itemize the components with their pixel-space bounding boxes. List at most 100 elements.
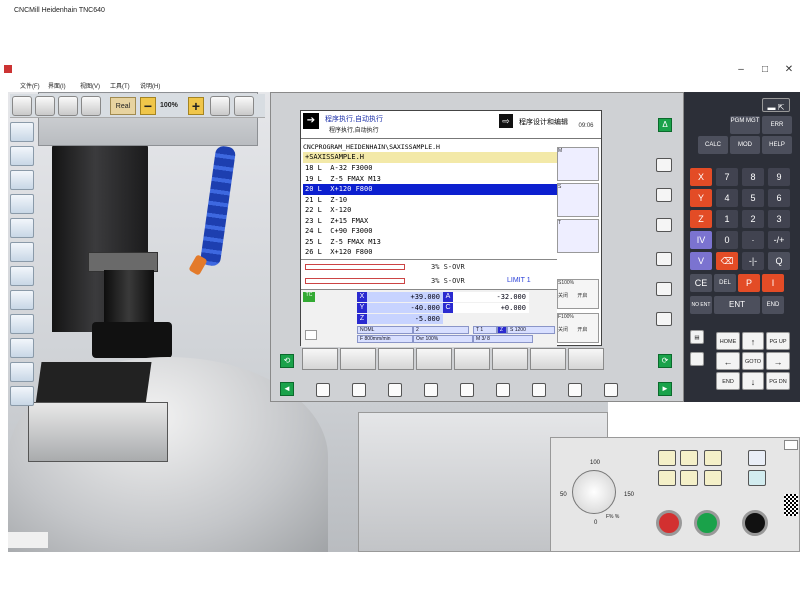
sidebar-person-icon[interactable] xyxy=(10,338,34,358)
key--key[interactable]: -/+ xyxy=(768,231,790,249)
arrow-up-key[interactable]: ↑ xyxy=(742,332,764,350)
vsoftkey-3[interactable] xyxy=(656,218,672,232)
pg-dn-key[interactable]: PG DN xyxy=(766,372,790,390)
key-3-key[interactable]: 3 xyxy=(768,210,790,228)
key-1-key[interactable]: 1 xyxy=(716,210,738,228)
sidebar-section-icon[interactable] xyxy=(10,194,34,214)
spindle-button[interactable] xyxy=(748,450,766,466)
arrow-down-key[interactable]: ↓ xyxy=(742,372,764,390)
end-nav-key[interactable]: END xyxy=(716,372,740,390)
single-block-button[interactable] xyxy=(658,470,676,486)
nc-start-button[interactable] xyxy=(694,510,720,536)
key--key[interactable]: -|- xyxy=(742,252,764,270)
hw-softkey-8[interactable] xyxy=(568,383,582,397)
nc-line[interactable]: 23 L Z+15 FMAX xyxy=(303,216,599,227)
sidebar-cube-icon[interactable] xyxy=(10,122,34,142)
nc-line[interactable]: 26 L X+120 F800 xyxy=(303,247,599,258)
close-button[interactable]: ✕ xyxy=(782,64,796,76)
program-file-row[interactable]: +SAXISSAMPLE.H xyxy=(303,152,599,163)
minimize-button[interactable]: – xyxy=(734,64,748,76)
softkey-t[interactable]: T xyxy=(557,219,599,253)
hw-softkey-3[interactable] xyxy=(388,383,402,397)
menu-file[interactable]: 文件(F) xyxy=(20,81,40,90)
maximize-button[interactable]: □ xyxy=(758,64,772,76)
nc-line[interactable]: 25 L Z-5 FMAX M13 xyxy=(303,237,599,248)
err-key[interactable]: ERR xyxy=(762,116,792,134)
pg-up-key[interactable]: PG UP xyxy=(766,332,790,350)
softkey-slot-2[interactable] xyxy=(340,348,376,370)
sidebar-tool-icon[interactable] xyxy=(10,218,34,238)
softkey-next-button[interactable]: ► xyxy=(658,382,672,396)
key-0-key[interactable]: 0 xyxy=(716,231,738,249)
hand-mode-button[interactable] xyxy=(658,450,676,466)
zoom-in-button[interactable]: + xyxy=(188,97,204,115)
key-5-key[interactable]: 5 xyxy=(742,189,764,207)
hw-softkey-5[interactable] xyxy=(460,383,474,397)
vsoftkey-2[interactable] xyxy=(656,188,672,202)
softkey-prev-button[interactable]: ◄ xyxy=(280,382,294,396)
ent-key[interactable]: ENT xyxy=(714,296,760,314)
help-key[interactable]: HELP xyxy=(762,136,792,154)
softkey-slot-8[interactable] xyxy=(568,348,604,370)
key-switch[interactable] xyxy=(742,510,768,536)
screen-layout-right-button[interactable]: ⟳ xyxy=(658,354,672,368)
zoom-out-button[interactable]: − xyxy=(140,97,156,115)
hw-softkey-7[interactable] xyxy=(532,383,546,397)
nc-line[interactable]: 21 L Z-10 xyxy=(303,195,599,206)
del-key[interactable]: DEL xyxy=(714,274,736,292)
vsoftkey-5[interactable] xyxy=(656,282,672,296)
sidebar-fixture-icon[interactable] xyxy=(10,242,34,262)
nc-line[interactable]: 18 L A-32 F3000 xyxy=(303,163,599,174)
key--key[interactable]: ⌫ xyxy=(716,252,738,270)
softkey-s[interactable]: S xyxy=(557,183,599,217)
softkey-feed-override[interactable]: F100% 关闭 开启 xyxy=(557,313,599,343)
ce-key[interactable]: CE xyxy=(690,274,712,292)
vsoftkey-6[interactable] xyxy=(656,312,672,326)
feed-override-dial[interactable] xyxy=(572,470,616,514)
softkey-slot-1[interactable] xyxy=(302,348,338,370)
key--key[interactable]: · xyxy=(742,231,764,249)
sidebar-graph-icon[interactable] xyxy=(10,386,34,406)
blank-key[interactable] xyxy=(690,352,704,366)
measure-icon[interactable] xyxy=(234,96,254,116)
goto-key[interactable]: GOTO xyxy=(742,352,764,370)
softkey-slot-6[interactable] xyxy=(492,348,528,370)
end-key[interactable]: END xyxy=(762,296,784,314)
sidebar-door-icon[interactable] xyxy=(10,362,34,382)
key-Y-key[interactable]: Y xyxy=(690,189,712,207)
hw-softkey-6[interactable] xyxy=(496,383,510,397)
incremental-mode-button[interactable] xyxy=(680,450,698,466)
page-icon[interactable]: ▤ xyxy=(690,330,704,344)
home-key[interactable]: HOME xyxy=(716,332,740,350)
key-8-key[interactable]: 8 xyxy=(742,168,764,186)
sidebar-workpiece-icon[interactable] xyxy=(10,266,34,286)
screen-layout-left-button[interactable]: ⟲ xyxy=(280,354,294,368)
vsoftkey-1[interactable] xyxy=(656,158,672,172)
hw-softkey-1[interactable] xyxy=(316,383,330,397)
mod-key[interactable]: MOD xyxy=(730,136,760,154)
reference-button[interactable] xyxy=(704,450,722,466)
sidebar-solid-icon[interactable] xyxy=(10,170,34,190)
hw-softkey-2[interactable] xyxy=(352,383,366,397)
program-run-button[interactable] xyxy=(680,470,698,486)
key-IV-key[interactable]: IV xyxy=(690,231,712,249)
hw-softkey-4[interactable] xyxy=(424,383,438,397)
view-iso-icon[interactable] xyxy=(81,96,101,116)
sidebar-program-icon[interactable] xyxy=(10,290,34,310)
key-7-key[interactable]: 7 xyxy=(716,168,738,186)
nc-line[interactable]: 24 L C+90 F3000 xyxy=(303,226,599,237)
real-toggle-button[interactable]: Real xyxy=(110,97,136,115)
sidebar-measure-icon[interactable] xyxy=(10,314,34,334)
menu-view[interactable]: 视图(V) xyxy=(80,81,100,90)
key-9-key[interactable]: 9 xyxy=(768,168,790,186)
softkey-spindle-override[interactable]: S100% 关闭 开启 xyxy=(557,279,599,309)
view-side-icon[interactable] xyxy=(58,96,78,116)
tool-view-icon[interactable] xyxy=(210,96,230,116)
no-ent-key[interactable]: NO ENT xyxy=(690,296,712,314)
key-X-key[interactable]: X xyxy=(690,168,712,186)
menu-tools[interactable]: 工具(T) xyxy=(110,81,130,90)
key-4-key[interactable]: 4 xyxy=(716,189,738,207)
i-key[interactable]: I xyxy=(762,274,784,292)
menu-help[interactable]: 说明(H) xyxy=(140,81,160,90)
coolant-button[interactable] xyxy=(748,470,766,486)
